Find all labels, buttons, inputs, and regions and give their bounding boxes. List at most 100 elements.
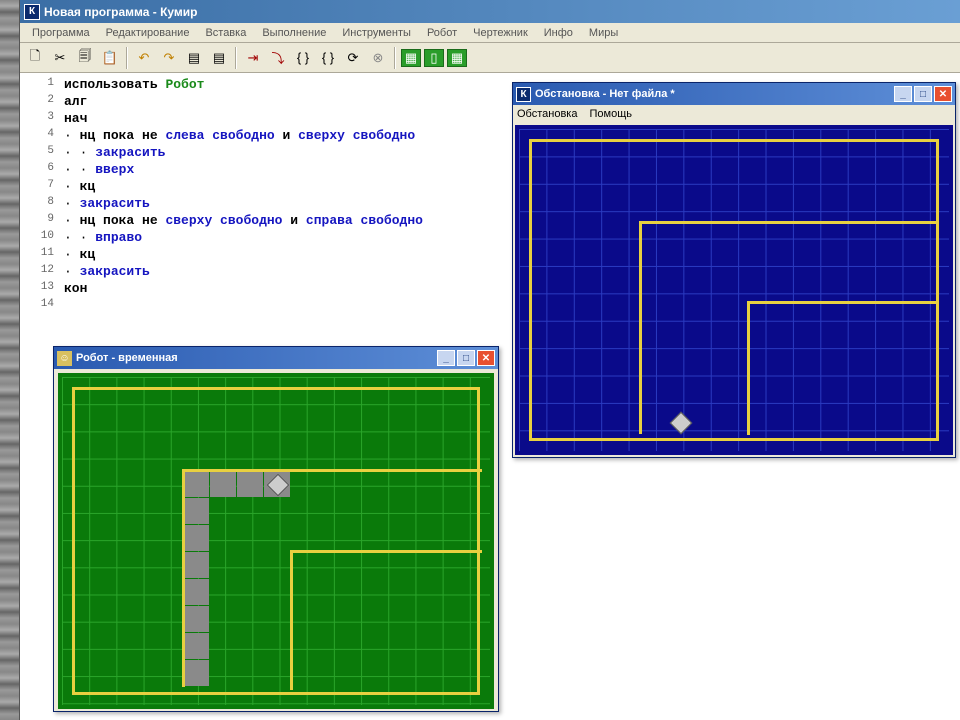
wall-horizontal [182, 469, 482, 472]
step-in-button[interactable]: ⇥ [242, 47, 264, 69]
painted-cell [183, 633, 209, 659]
code-line: · · вправо [64, 230, 423, 247]
env-window-title: Обстановка - Нет файла * [535, 88, 675, 100]
field-border [72, 387, 480, 695]
app-icon: К [24, 4, 40, 20]
maximize-button[interactable]: □ [914, 86, 932, 102]
painted-cell [183, 552, 209, 578]
close-button[interactable]: ✕ [934, 86, 952, 102]
notebook-spiral [0, 0, 20, 720]
env-wall-vertical-inner [747, 301, 750, 435]
undo-button[interactable]: ↶ [133, 47, 155, 69]
painted-cell [183, 660, 209, 686]
copy-button[interactable]: 🗐 [74, 47, 96, 69]
toolbar-separator [235, 47, 237, 69]
robot-field[interactable] [58, 373, 494, 709]
line-number: 3 [20, 111, 60, 128]
line-number: 7 [20, 179, 60, 196]
line-gutter: 1 2 3 4 5 6 7 8 9 10 11 12 13 14 [20, 77, 60, 315]
code-line [64, 298, 423, 315]
continue-button[interactable]: ⟳ [342, 47, 364, 69]
menubar: Программа Редактирование Вставка Выполне… [20, 23, 960, 43]
menu-info[interactable]: Инфо [536, 25, 581, 41]
line-number: 12 [20, 264, 60, 281]
code-line: · закрасить [64, 196, 423, 213]
paste-button[interactable]: 📋 [99, 47, 121, 69]
doc1-button[interactable]: ▤ [183, 47, 205, 69]
close-button[interactable]: ✕ [477, 350, 495, 366]
env-menubar: Обстановка Помощь [513, 105, 955, 123]
env-menu-setup[interactable]: Обстановка [517, 108, 577, 120]
env-border [529, 139, 939, 441]
wall-vertical [182, 469, 185, 687]
line-number: 6 [20, 162, 60, 179]
env-titlebar[interactable]: К Обстановка - Нет файла * _ □ ✕ [513, 83, 955, 105]
painted-cell [183, 525, 209, 551]
code-line: · · закрасить [64, 145, 423, 162]
line-number: 11 [20, 247, 60, 264]
toolbar-separator [126, 47, 128, 69]
app-title: Новая программа - Кумир [44, 5, 198, 19]
robot-window[interactable]: ☺ Робот - временная _ □ ✕ [53, 346, 499, 712]
env-wall-horizontal [639, 221, 939, 224]
robot-window-title: Робот - временная [76, 352, 178, 364]
menu-robot[interactable]: Робот [419, 25, 465, 41]
toolbar: 🗋 ✂ 🗐 📋 ↶ ↷ ▤ ▤ ⇥ ⤵ { } { } ⟳ ⊗ ▦ ▯ ▦ [20, 43, 960, 73]
menu-draftsman[interactable]: Чертежник [465, 25, 536, 41]
menu-run[interactable]: Выполнение [254, 25, 334, 41]
code-content[interactable]: использовать Робот алг нач · нц пока не … [64, 77, 423, 315]
line-number: 14 [20, 298, 60, 315]
line-number: 8 [20, 196, 60, 213]
minimize-button[interactable]: _ [894, 86, 912, 102]
line-number: 1 [20, 77, 60, 94]
env-wall-vertical [639, 221, 642, 434]
main-titlebar[interactable]: К Новая программа - Кумир [20, 0, 960, 23]
menu-insert[interactable]: Вставка [197, 25, 254, 41]
line-number: 5 [20, 145, 60, 162]
line-number: 2 [20, 94, 60, 111]
stop-button[interactable]: ⊗ [367, 47, 389, 69]
line-number: 10 [20, 230, 60, 247]
step-over-button[interactable]: ⤵ [267, 47, 289, 69]
line-number: 13 [20, 281, 60, 298]
code-line: · нц пока не сверху свободно и справа св… [64, 213, 423, 230]
code-line: нач [64, 111, 423, 128]
new-button[interactable]: 🗋 [24, 47, 46, 69]
menu-edit[interactable]: Редактирование [98, 25, 198, 41]
painted-cell [183, 471, 209, 497]
code-line: · закрасить [64, 264, 423, 281]
code-line: · · вверх [64, 162, 423, 179]
menu-tools[interactable]: Инструменты [334, 25, 419, 41]
wall-vertical-inner [290, 550, 293, 690]
env-field[interactable] [515, 125, 953, 455]
world1-button[interactable]: ▦ [401, 49, 421, 67]
brace1-button[interactable]: { } [292, 47, 314, 69]
painted-cell [183, 606, 209, 632]
code-line: кон [64, 281, 423, 298]
world2-button[interactable]: ▯ [424, 49, 444, 67]
code-line: · нц пока не слева свободно и сверху сво… [64, 128, 423, 145]
robot-window-icon: ☺ [57, 351, 72, 366]
redo-button[interactable]: ↷ [158, 47, 180, 69]
code-line: алг [64, 94, 423, 111]
menu-worlds[interactable]: Миры [581, 25, 626, 41]
toolbar-separator [394, 47, 396, 69]
env-window-icon: К [516, 87, 531, 102]
code-line: · кц [64, 179, 423, 196]
wall-horizontal-inner [290, 550, 482, 553]
doc2-button[interactable]: ▤ [208, 47, 230, 69]
env-menu-help[interactable]: Помощь [589, 108, 632, 120]
line-number: 9 [20, 213, 60, 230]
robot-titlebar[interactable]: ☺ Робот - временная _ □ ✕ [54, 347, 498, 369]
line-number: 4 [20, 128, 60, 145]
maximize-button[interactable]: □ [457, 350, 475, 366]
minimize-button[interactable]: _ [437, 350, 455, 366]
menu-program[interactable]: Программа [24, 25, 98, 41]
env-wall-horizontal-inner [747, 301, 939, 304]
painted-cell [183, 579, 209, 605]
world3-button[interactable]: ▦ [447, 49, 467, 67]
brace2-button[interactable]: { } [317, 47, 339, 69]
environment-window[interactable]: К Обстановка - Нет файла * _ □ ✕ Обстано… [512, 82, 956, 458]
painted-cell [210, 471, 236, 497]
cut-button[interactable]: ✂ [49, 47, 71, 69]
